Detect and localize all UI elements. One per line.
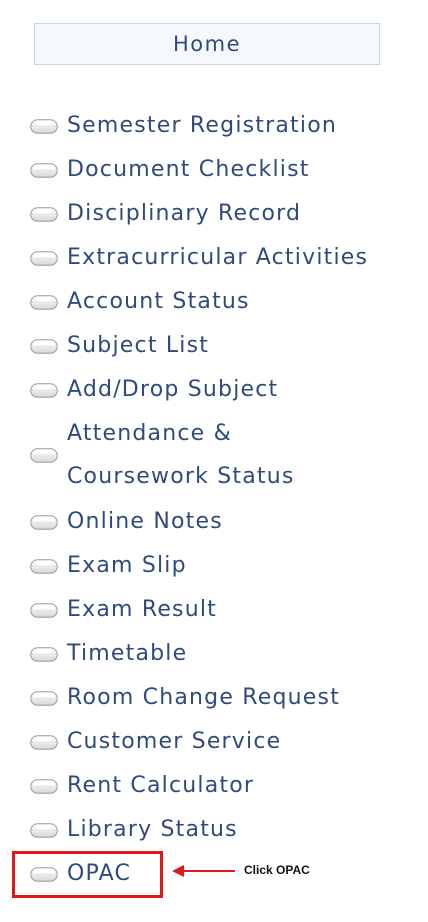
bullet-icon <box>30 735 58 750</box>
bullet-icon <box>30 251 58 266</box>
bullet-icon <box>30 339 58 354</box>
menu-item-exam-result[interactable]: Exam Result <box>30 588 217 632</box>
bullet-icon <box>30 647 58 662</box>
arrow-left-icon <box>172 865 235 877</box>
annotation-label: Click OPAC <box>244 863 310 877</box>
menu-item-label: Document Checklist <box>67 157 310 182</box>
menu-item-library-status[interactable]: Library Status <box>30 808 238 852</box>
menu-item-label: Timetable <box>67 641 188 666</box>
menu-item-label: Semester Registration <box>67 113 337 138</box>
menu-item-label: Attendance & Coursework Status <box>67 412 295 498</box>
bullet-icon <box>30 383 58 398</box>
menu-item-extracurricular-activities[interactable]: Extracurricular Activities <box>30 236 368 280</box>
menu-item-label: Room Change Request <box>67 685 341 710</box>
bullet-icon <box>30 207 58 222</box>
bullet-icon <box>30 603 58 618</box>
menu-item-document-checklist[interactable]: Document Checklist <box>30 148 310 192</box>
menu-item-account-status[interactable]: Account Status <box>30 280 250 324</box>
bullet-icon <box>30 448 58 463</box>
menu-item-attendance-coursework-status[interactable]: Attendance & Coursework Status <box>30 412 295 498</box>
menu-item-label: Disciplinary Record <box>67 201 302 226</box>
menu-item-label: Customer Service <box>67 729 282 754</box>
bullet-icon <box>30 295 58 310</box>
bullet-icon <box>30 559 58 574</box>
bullet-icon <box>30 163 58 178</box>
menu-item-label: Library Status <box>67 817 238 842</box>
bullet-icon <box>30 119 58 134</box>
menu-item-disciplinary-record[interactable]: Disciplinary Record <box>30 192 301 236</box>
student-menu: Semester Registration Document Checklist… <box>0 0 428 922</box>
menu-item-online-notes[interactable]: Online Notes <box>30 500 223 544</box>
menu-item-add-drop-subject[interactable]: Add/Drop Subject <box>30 368 278 412</box>
menu-item-timetable[interactable]: Timetable <box>30 632 187 676</box>
menu-item-label: Subject List <box>67 333 210 358</box>
menu-item-exam-slip[interactable]: Exam Slip <box>30 544 187 588</box>
menu-item-rent-calculator[interactable]: Rent Calculator <box>30 764 254 808</box>
menu-item-label-line1: Attendance & <box>67 421 232 446</box>
menu-item-semester-registration[interactable]: Semester Registration <box>30 104 337 148</box>
opac-highlight-box <box>12 851 163 898</box>
menu-item-label: Exam Slip <box>67 553 187 578</box>
menu-item-subject-list[interactable]: Subject List <box>30 324 209 368</box>
bullet-icon <box>30 691 58 706</box>
bullet-icon <box>30 823 58 838</box>
menu-item-room-change-request[interactable]: Room Change Request <box>30 676 340 720</box>
menu-item-label: Online Notes <box>67 509 223 534</box>
menu-item-label: Extracurricular Activities <box>67 245 369 270</box>
menu-item-label: Rent Calculator <box>67 773 255 798</box>
menu-item-label: Add/Drop Subject <box>67 377 279 402</box>
menu-item-label-line2: Coursework Status <box>67 464 295 489</box>
menu-item-label: Exam Result <box>67 597 218 622</box>
menu-item-label: Account Status <box>67 289 250 314</box>
bullet-icon <box>30 515 58 530</box>
bullet-icon <box>30 779 58 794</box>
menu-item-customer-service[interactable]: Customer Service <box>30 720 281 764</box>
